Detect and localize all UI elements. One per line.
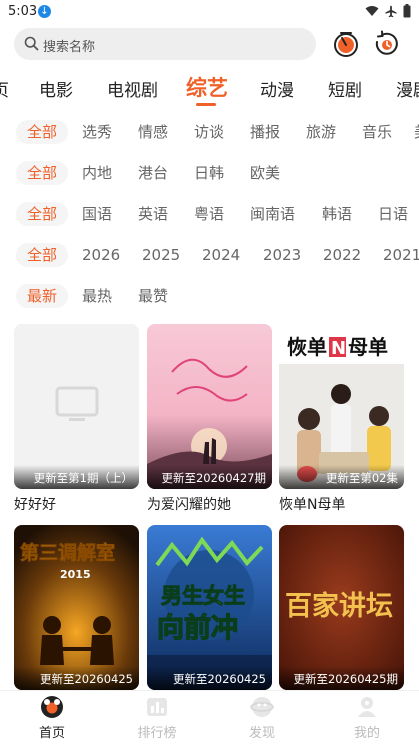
filter-type-item[interactable]: 旅游 xyxy=(306,120,336,144)
home-icon xyxy=(41,696,63,718)
download-icon: ↓ xyxy=(38,5,51,18)
nav-label: 我的 xyxy=(353,726,380,741)
poster-image: 百家讲坛 更新至20260425期 xyxy=(279,525,404,690)
update-badge: 更新至20260425 xyxy=(14,666,139,690)
tab-comic-drama[interactable]: 漫剧 xyxy=(396,76,419,101)
filter-type-item[interactable]: 播报 xyxy=(250,120,280,144)
filter-year-item[interactable]: 2023 xyxy=(263,243,301,267)
show-card[interactable]: 百家讲坛 更新至20260425期 xyxy=(279,525,404,695)
update-badge: 更新至第1期（上） xyxy=(14,465,139,489)
search-input[interactable]: 搜索名称 xyxy=(14,28,316,60)
sort-most-liked[interactable]: 最赞 xyxy=(138,284,168,308)
tab-tv-series[interactable]: 电视剧 xyxy=(107,76,158,101)
filter-row-sort: 最新 最热 最赞 xyxy=(0,280,419,312)
show-card[interactable]: 更新至第1期（上） 好好好 xyxy=(14,324,139,514)
update-badge: 更新至20260425 xyxy=(147,666,272,690)
filter-region-item[interactable]: 欧美 xyxy=(250,161,280,185)
filter-language-item[interactable]: 英语 xyxy=(138,202,168,226)
tab-anime[interactable]: 动漫 xyxy=(260,76,294,101)
filter-row-language: 全部 国语 英语 粤语 闽南语 韩语 日语 xyxy=(0,198,419,230)
battery-icon xyxy=(403,4,411,18)
sort-latest[interactable]: 最新 xyxy=(16,284,69,308)
filter-language-all[interactable]: 全部 xyxy=(16,202,69,226)
filter-row-region: 全部 内地 港台 日韩 欧美 xyxy=(0,157,419,189)
svg-text:N: N xyxy=(331,338,346,359)
filter-year-all[interactable]: 全部 xyxy=(16,243,69,267)
filter-year-item[interactable]: 2025 xyxy=(142,243,180,267)
nav-discover[interactable]: 发现 xyxy=(210,695,314,741)
update-badge: 更新至第02集 xyxy=(279,465,404,489)
refresh-icon[interactable] xyxy=(372,30,400,58)
filter-year-item[interactable]: 2024 xyxy=(202,243,240,267)
filter-region-item[interactable]: 日韩 xyxy=(194,161,224,185)
svg-text:百家讲坛: 百家讲坛 xyxy=(285,590,393,622)
status-bar: 5:03 ↓ xyxy=(0,0,419,24)
show-title: 恢单N母单 xyxy=(279,497,346,513)
filter-language-item[interactable]: 粤语 xyxy=(194,202,224,226)
filter-type-item[interactable]: 情感 xyxy=(138,120,168,144)
active-tab-indicator xyxy=(196,103,216,106)
filter-language-item[interactable]: 国语 xyxy=(82,202,112,226)
show-title: 好好好 xyxy=(14,497,56,513)
poster-placeholder: 更新至第1期（上） xyxy=(14,324,139,489)
status-icons xyxy=(365,4,411,18)
svg-text:男生女生: 男生女生 xyxy=(161,584,245,608)
filter-year-item[interactable]: 2021 xyxy=(383,243,419,267)
nav-ranking[interactable]: 排行榜 xyxy=(105,695,209,741)
filter-type-item[interactable]: 访谈 xyxy=(194,120,224,144)
search-icon xyxy=(24,36,39,51)
tab-short-drama[interactable]: 短剧 xyxy=(328,76,362,101)
filter-year-item[interactable]: 2026 xyxy=(82,243,120,267)
nav-home[interactable]: 首页 xyxy=(0,695,104,741)
update-badge: 更新至20260425期 xyxy=(279,666,404,690)
category-tabs: 页 电影 电视剧 综艺 动漫 短剧 漫剧 xyxy=(0,68,419,108)
filter-row-type: 全部 选秀 情感 访谈 播报 旅游 音乐 美 xyxy=(0,116,419,148)
show-card[interactable]: 第三调解室 2015 更新至20260425 xyxy=(14,525,139,695)
show-title: 为爱闪耀的她 xyxy=(147,497,231,513)
filter-language-item[interactable]: 日语 xyxy=(378,202,408,226)
filter-language-item[interactable]: 闽南语 xyxy=(250,202,295,226)
bottom-nav: 首页 排行榜 发现 我的 xyxy=(0,690,419,746)
update-badge: 更新至20260427期 xyxy=(147,465,272,489)
filter-region-item[interactable]: 港台 xyxy=(138,161,168,185)
show-card[interactable]: 恢单 N 母单 更新至第02集 恢单N母单 xyxy=(279,324,404,514)
status-time: 5:03 xyxy=(8,4,38,19)
poster-image: 恢单 N 母单 更新至第02集 xyxy=(279,324,404,489)
tab-variety[interactable]: 综艺 xyxy=(186,72,228,102)
filter-type-item[interactable]: 选秀 xyxy=(82,120,112,144)
filter-year-item[interactable]: 2022 xyxy=(323,243,361,267)
search-row: 搜索名称 xyxy=(0,26,419,64)
filter-type-all[interactable]: 全部 xyxy=(16,120,69,144)
history-icon[interactable] xyxy=(332,30,360,58)
show-card[interactable]: 更新至20260427期 为爱闪耀的她 xyxy=(147,324,272,514)
tab-movie[interactable]: 电影 xyxy=(39,76,73,101)
svg-text:恢单: 恢单 xyxy=(287,335,327,359)
poster-image: 男生女生 向前冲 更新至20260425 xyxy=(147,525,272,690)
filter-row-year: 全部 2026 2025 2024 2023 2022 2021 xyxy=(0,239,419,271)
svg-text:第三调解室: 第三调解室 xyxy=(20,541,115,564)
search-placeholder: 搜索名称 xyxy=(43,40,96,55)
svg-text:向前冲: 向前冲 xyxy=(157,612,238,644)
filter-type-item[interactable]: 音乐 xyxy=(362,120,392,144)
nav-profile[interactable]: 我的 xyxy=(315,695,419,741)
filter-language-item[interactable]: 韩语 xyxy=(322,202,352,226)
svg-text:母单: 母单 xyxy=(348,335,388,359)
ranking-icon xyxy=(147,698,167,716)
filter-region-item[interactable]: 内地 xyxy=(82,161,112,185)
airplane-icon xyxy=(385,5,397,17)
discover-icon xyxy=(250,697,274,717)
nav-label: 首页 xyxy=(38,726,65,741)
profile-icon xyxy=(358,697,376,717)
svg-text:2015: 2015 xyxy=(60,568,91,581)
wifi-icon xyxy=(365,6,379,16)
show-card[interactable]: 男生女生 向前冲 更新至20260425 xyxy=(147,525,272,695)
filter-region-all[interactable]: 全部 xyxy=(16,161,69,185)
nav-label: 发现 xyxy=(248,726,275,741)
poster-image: 第三调解室 2015 更新至20260425 xyxy=(14,525,139,690)
poster-image: 更新至20260427期 xyxy=(147,324,272,489)
tab-partial-left[interactable]: 页 xyxy=(0,76,9,101)
filter-type-item[interactable]: 美 xyxy=(414,120,419,144)
nav-label: 排行榜 xyxy=(137,726,177,741)
sort-hottest[interactable]: 最热 xyxy=(82,284,112,308)
